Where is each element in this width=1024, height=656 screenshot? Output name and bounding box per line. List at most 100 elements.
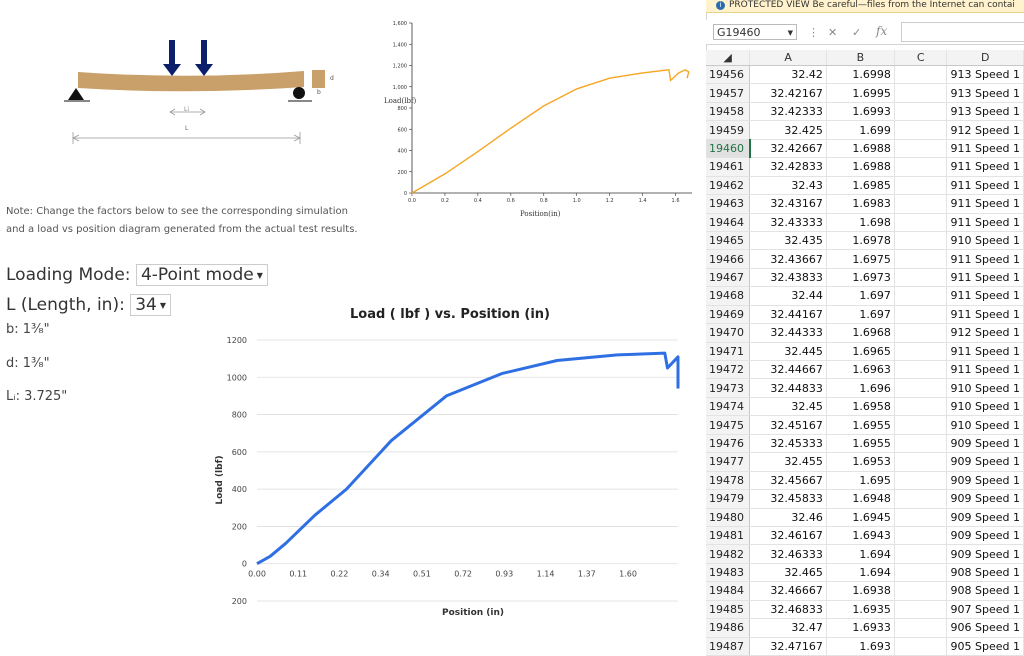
cell-d[interactable]: 909 Speed 1 [946, 544, 1024, 564]
row-header[interactable]: 19470 [706, 323, 751, 343]
row-header[interactable]: 19476 [706, 434, 751, 454]
cell-b[interactable]: 1.694 [826, 544, 895, 564]
row-header[interactable]: 19487 [706, 637, 751, 656]
cell-d[interactable]: 908 Speed 1 [946, 563, 1024, 583]
cell-d[interactable]: 913 Speed 1 [946, 102, 1024, 122]
cell-a[interactable]: 32.47 [749, 618, 827, 638]
cell-c[interactable] [894, 360, 948, 380]
cell-a[interactable]: 32.44333 [749, 323, 827, 343]
column-header-b[interactable]: B [826, 50, 895, 66]
cell-b[interactable]: 1.6978 [826, 231, 895, 251]
cell-c[interactable] [894, 452, 948, 472]
cell-c[interactable] [894, 213, 948, 232]
row-header[interactable]: 19460 [706, 139, 751, 159]
cell-a[interactable]: 32.46 [749, 508, 827, 527]
cell-d[interactable]: 910 Speed 1 [946, 397, 1024, 417]
cell-b[interactable]: 1.6985 [826, 176, 895, 196]
cell-d[interactable]: 913 Speed 1 [946, 83, 1024, 103]
cell-a[interactable]: 32.445 [749, 342, 827, 362]
cell-a[interactable]: 32.43833 [749, 268, 827, 288]
cell-a[interactable]: 32.46167 [749, 526, 827, 546]
cell-c[interactable] [894, 600, 948, 620]
row-header[interactable]: 19463 [706, 194, 751, 214]
cell-a[interactable]: 32.435 [749, 231, 827, 251]
cell-a[interactable]: 32.45167 [749, 415, 827, 435]
row-header[interactable]: 19467 [706, 268, 751, 288]
cell-a[interactable]: 32.45333 [749, 434, 827, 454]
row-header[interactable]: 19462 [706, 176, 751, 196]
cell-c[interactable] [894, 397, 948, 417]
cell-c[interactable] [894, 157, 948, 177]
cell-b[interactable]: 1.6988 [826, 157, 895, 177]
cell-c[interactable] [894, 102, 948, 122]
row-header[interactable]: 19480 [706, 508, 751, 527]
cell-d[interactable]: 911 Speed 1 [946, 305, 1024, 325]
row-header[interactable]: 19477 [706, 452, 751, 472]
cell-a[interactable]: 32.43167 [749, 194, 827, 214]
cell-c[interactable] [894, 489, 948, 509]
cell-d[interactable]: 911 Speed 1 [946, 268, 1024, 288]
row-header[interactable]: 19482 [706, 544, 751, 564]
cell-d[interactable]: 911 Speed 1 [946, 213, 1024, 232]
length-select[interactable]: 34 ▼ [130, 294, 172, 316]
cell-c[interactable] [894, 378, 948, 398]
cell-a[interactable]: 32.42167 [749, 83, 827, 103]
row-header[interactable]: 19475 [706, 415, 751, 435]
cell-c[interactable] [894, 526, 948, 546]
cell-c[interactable] [894, 618, 948, 638]
cell-a[interactable]: 32.455 [749, 452, 827, 472]
cell-b[interactable]: 1.6993 [826, 102, 895, 122]
cell-d[interactable]: 912 Speed 1 [946, 323, 1024, 343]
loading-mode-select[interactable]: 4-Point mode ▼ [135, 264, 268, 286]
enter-icon[interactable]: ✓ [852, 26, 861, 39]
cell-b[interactable]: 1.696 [826, 378, 895, 398]
cell-a[interactable]: 32.46833 [749, 600, 827, 620]
row-header[interactable]: 19468 [706, 286, 751, 306]
cell-c[interactable] [894, 581, 948, 601]
cell-a[interactable]: 32.44667 [749, 360, 827, 380]
cell-d[interactable]: 909 Speed 1 [946, 471, 1024, 491]
cell-c[interactable] [894, 65, 948, 85]
cell-a[interactable]: 32.42833 [749, 157, 827, 177]
cell-b[interactable]: 1.6943 [826, 526, 895, 546]
cell-c[interactable] [894, 176, 948, 196]
cell-b[interactable]: 1.6933 [826, 618, 895, 638]
cell-d[interactable]: 910 Speed 1 [946, 378, 1024, 398]
cell-b[interactable]: 1.6995 [826, 83, 895, 103]
column-header-a[interactable]: A [749, 50, 827, 66]
cell-d[interactable]: 911 Speed 1 [946, 249, 1024, 269]
cell-d[interactable]: 909 Speed 1 [946, 526, 1024, 546]
cell-c[interactable] [894, 434, 948, 454]
cell-c[interactable] [894, 415, 948, 435]
cell-d[interactable]: 911 Speed 1 [946, 157, 1024, 177]
cell-b[interactable]: 1.6953 [826, 452, 895, 472]
row-header[interactable]: 19456 [706, 65, 751, 85]
cell-b[interactable]: 1.6968 [826, 323, 895, 343]
cell-c[interactable] [894, 637, 948, 656]
name-box[interactable]: G19460 ▼ [713, 24, 797, 40]
cell-b[interactable]: 1.6975 [826, 249, 895, 269]
cell-b[interactable]: 1.697 [826, 286, 895, 306]
row-header[interactable]: 19483 [706, 563, 751, 583]
cell-b[interactable]: 1.6988 [826, 139, 895, 159]
cell-a[interactable]: 32.44167 [749, 305, 827, 325]
cell-d[interactable]: 911 Speed 1 [946, 286, 1024, 306]
cell-d[interactable]: 908 Speed 1 [946, 581, 1024, 601]
spreadsheet-grid[interactable]: ◢ A B C D 19456 32.42 1.6998 913 Speed 1 194… [706, 50, 1024, 656]
cell-b[interactable]: 1.6945 [826, 508, 895, 527]
cell-d[interactable]: 909 Speed 1 [946, 489, 1024, 509]
row-header[interactable]: 19473 [706, 378, 751, 398]
row-header[interactable]: 19461 [706, 157, 751, 177]
cell-d[interactable]: 911 Speed 1 [946, 194, 1024, 214]
cancel-icon[interactable]: ✕ [828, 26, 837, 39]
cell-d[interactable]: 912 Speed 1 [946, 120, 1024, 140]
cell-c[interactable] [894, 305, 948, 325]
cell-d[interactable]: 911 Speed 1 [946, 139, 1024, 159]
cell-d[interactable]: 911 Speed 1 [946, 176, 1024, 196]
row-header[interactable]: 19485 [706, 600, 751, 620]
cell-d[interactable]: 905 Speed 1 [946, 637, 1024, 656]
cell-c[interactable] [894, 508, 948, 527]
cell-d[interactable]: 909 Speed 1 [946, 434, 1024, 454]
row-header[interactable]: 19465 [706, 231, 751, 251]
column-header-d[interactable]: D [946, 50, 1024, 66]
